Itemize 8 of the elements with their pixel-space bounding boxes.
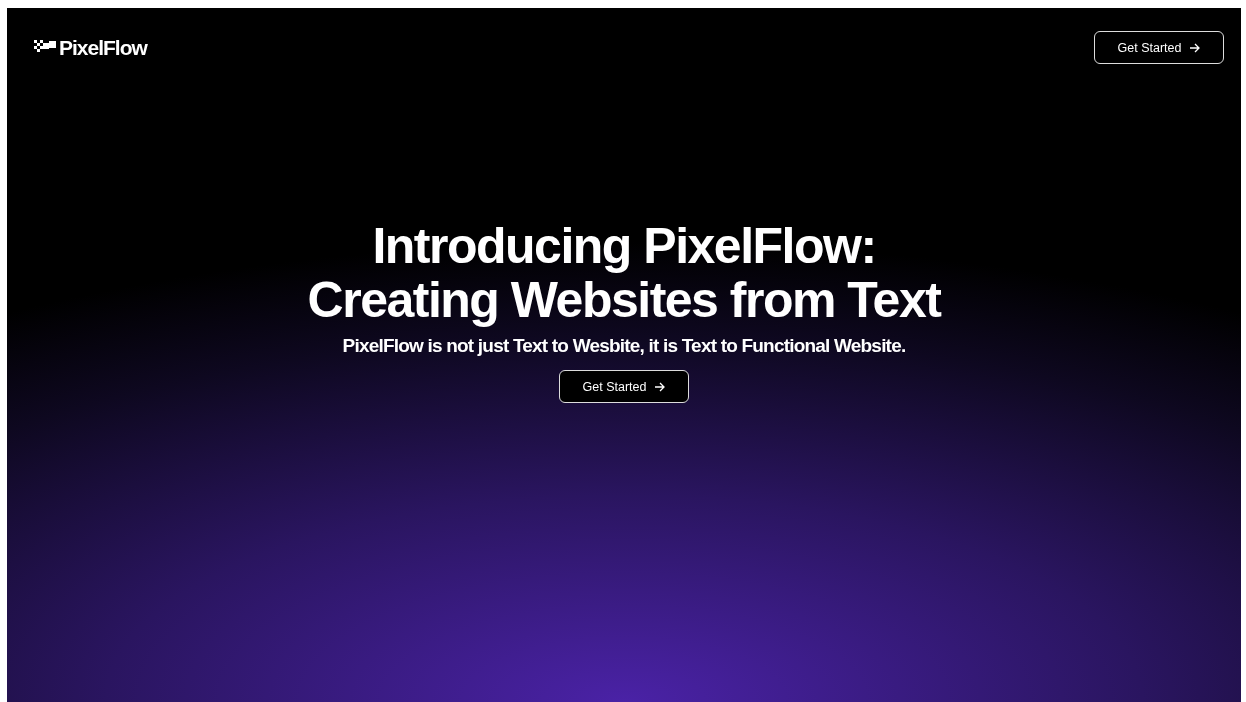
arrow-right-icon bbox=[654, 381, 666, 392]
pixel-logo-icon bbox=[34, 39, 58, 54]
arrow-right-icon bbox=[1189, 42, 1201, 53]
get-started-button[interactable]: Get Started bbox=[559, 370, 689, 403]
logo-text: PixelFlow bbox=[59, 35, 147, 60]
get-started-button[interactable]: Get Started bbox=[1094, 31, 1224, 64]
hero-subtitle: PixelFlow is not just Text to Wesbite, it is Text to Functional Website. bbox=[342, 335, 906, 357]
hero-title: Introducing PixelFlow: Creating Websites from Text bbox=[307, 219, 941, 327]
